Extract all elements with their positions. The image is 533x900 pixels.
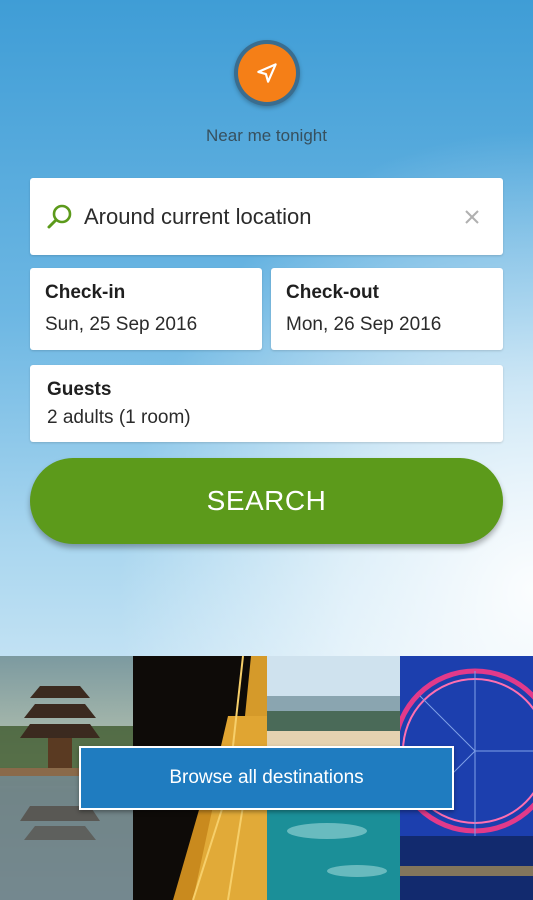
location-input-value[interactable]: Around current location [84,204,459,230]
search-icon [46,203,74,231]
check-out-card[interactable]: Check-out Mon, 26 Sep 2016 [271,268,503,350]
check-in-title: Check-in [45,282,126,303]
check-out-date: Mon, 26 Sep 2016 [286,314,442,335]
check-in-card[interactable]: Check-in Sun, 25 Sep 2016 [30,268,262,350]
navigation-arrow-icon [237,44,296,102]
browse-destinations-button[interactable]: Browse all destinations [79,746,454,810]
close-icon[interactable] [459,204,485,230]
location-search-field[interactable]: Around current location [30,178,503,255]
guests-value: 2 adults (1 room) [47,407,191,428]
search-button[interactable]: SEARCH [30,458,503,544]
check-in-date: Sun, 25 Sep 2016 [45,314,198,335]
near-me-button[interactable] [233,40,300,106]
check-out-title: Check-out [286,282,379,303]
near-me-label: Near me tonight [206,126,327,145]
guests-title: Guests [47,379,112,400]
near-me-section: Near me tonight [0,40,533,146]
guests-card[interactable]: Guests 2 adults (1 room) [30,365,503,442]
